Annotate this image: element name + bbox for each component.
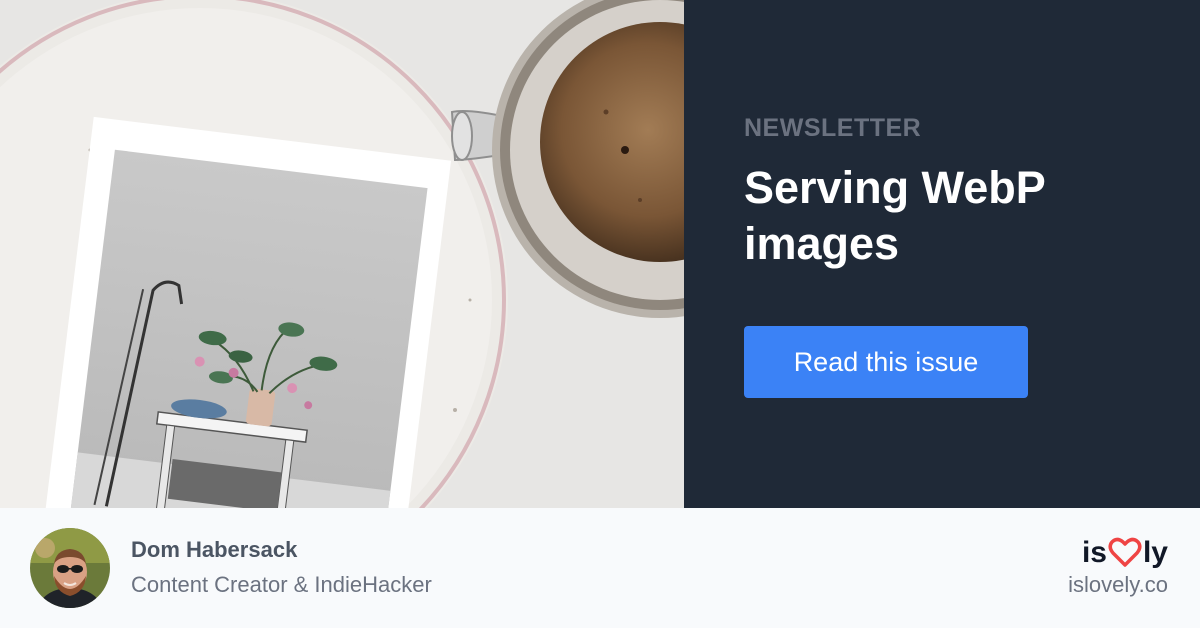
site-url[interactable]: islovely.co <box>1068 572 1168 598</box>
read-issue-button[interactable]: Read this issue <box>744 326 1028 398</box>
avatar-image <box>30 528 110 608</box>
social-card: NEWSLETTER Serving WebP images Read this… <box>0 0 1200 628</box>
logo-prefix: is <box>1081 536 1107 569</box>
hero-photo <box>0 0 684 508</box>
heart-icon <box>1108 537 1142 567</box>
magazine <box>40 116 452 508</box>
hero-illustration <box>0 0 684 508</box>
info-panel: NEWSLETTER Serving WebP images Read this… <box>684 0 1200 508</box>
footer-bar: Dom Habersack Content Creator & IndieHac… <box>0 508 1200 628</box>
article-title: Serving WebP images <box>744 162 1045 269</box>
author-name: Dom Habersack <box>131 537 298 562</box>
author-role: Content Creator & IndieHacker <box>131 572 432 597</box>
logo-suffix: ly <box>1142 536 1168 569</box>
brand-logo[interactable]: is ly <box>1082 535 1168 571</box>
category-label: NEWSLETTER <box>744 114 922 142</box>
avatar <box>30 528 110 608</box>
